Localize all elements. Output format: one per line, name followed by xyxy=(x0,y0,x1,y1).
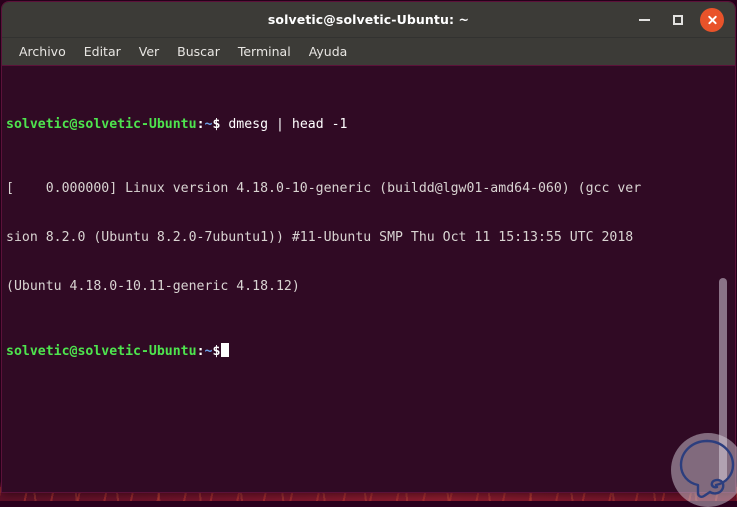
terminal-line-prompt-active: solvetic@solvetic-Ubuntu:~$ xyxy=(6,343,735,359)
close-icon xyxy=(700,7,724,32)
prompt-sigil-active: $ xyxy=(212,344,221,360)
terminal-scrollbar[interactable] xyxy=(719,278,727,483)
menu-item-terminal[interactable]: Terminal xyxy=(229,41,300,62)
menu-item-ayuda[interactable]: Ayuda xyxy=(300,41,357,62)
terminal-output-line-2: sion 8.2.0 (Ubuntu 8.2.0-7ubuntu1)) #11-… xyxy=(6,230,634,245)
title-bar[interactable]: solvetic@solvetic-Ubuntu: ~ xyxy=(2,2,735,38)
minimize-button[interactable] xyxy=(627,3,661,37)
prompt-user-host-active: solvetic@solvetic-Ubuntu xyxy=(6,344,197,360)
terminal-command-text: dmesg | head -1 xyxy=(220,116,348,132)
minimize-icon xyxy=(638,18,650,21)
menu-item-ver[interactable]: Ver xyxy=(130,41,168,62)
window-title: solvetic@solvetic-Ubuntu: ~ xyxy=(267,12,470,27)
menu-item-archivo[interactable]: Archivo xyxy=(10,41,75,62)
terminal-output-line-3: (Ubuntu 4.18.0-10.11-generic 4.18.12) xyxy=(6,278,300,294)
scrollbar-thumb[interactable] xyxy=(719,278,727,483)
window-controls xyxy=(627,2,729,37)
terminal-window: solvetic@solvetic-Ubuntu: ~ Archivo Edit… xyxy=(2,2,735,492)
maximize-icon xyxy=(673,14,683,25)
menu-item-buscar[interactable]: Buscar xyxy=(168,41,229,62)
menu-item-editar[interactable]: Editar xyxy=(75,41,130,62)
terminal-line-command: solvetic@solvetic-Ubuntu:~$ dmesg | head… xyxy=(6,117,735,133)
prompt-colon: : xyxy=(196,116,205,132)
prompt-user-host: solvetic@solvetic-Ubuntu xyxy=(6,116,197,132)
prompt-colon-active: : xyxy=(196,344,205,360)
terminal-output-line-1: [ 0.000000] Linux version 4.18.0-10-gene… xyxy=(6,181,642,197)
text-cursor xyxy=(221,343,230,358)
terminal-content-area[interactable]: solvetic@solvetic-Ubuntu:~$ dmesg | head… xyxy=(2,66,735,492)
menu-bar: Archivo Editar Ver Buscar Terminal Ayuda xyxy=(2,38,735,66)
maximize-button[interactable] xyxy=(661,3,695,37)
terminal-output: solvetic@solvetic-Ubuntu:~$ dmesg | head… xyxy=(6,68,735,408)
close-button[interactable] xyxy=(695,3,729,37)
